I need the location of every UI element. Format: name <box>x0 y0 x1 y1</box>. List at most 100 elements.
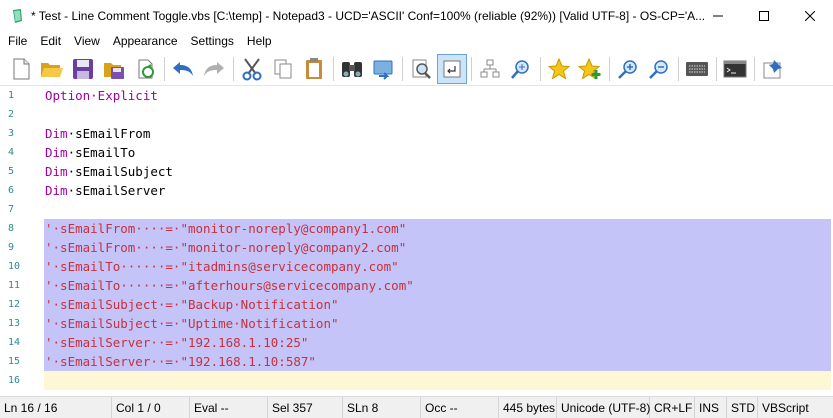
find-button[interactable] <box>337 54 367 84</box>
zoom-out-button[interactable] <box>644 54 674 84</box>
comment-token: '·sEmailFrom····=·"monitor-noreply@compa… <box>45 221 407 236</box>
toolbar-separator <box>164 56 165 81</box>
comment-token: '·sEmailSubject·=·"Uptime·Notification" <box>45 316 339 331</box>
word-wrap-button[interactable] <box>437 53 467 84</box>
paste-button[interactable] <box>299 54 329 84</box>
code-line[interactable]: '·sEmailFrom····=·"monitor-noreply@compa… <box>44 219 831 238</box>
new-file-button[interactable] <box>6 54 36 84</box>
status-encoding[interactable]: Unicode (UTF-8) <box>557 396 650 418</box>
keyboard-icon <box>686 61 708 76</box>
line-number: 8 <box>8 223 15 234</box>
menu-bar: File Edit View Appearance Settings Help <box>0 31 833 51</box>
line-number: 14 <box>8 337 21 348</box>
go-to-button[interactable] <box>506 54 536 84</box>
keyword-token: Dim <box>45 183 68 198</box>
comment-token: '·sEmailTo······=·"afterhours@servicecom… <box>45 278 414 293</box>
menu-edit[interactable]: Edit <box>33 31 67 51</box>
status-file-size: 445 bytes <box>499 396 557 418</box>
line-number: 1 <box>8 90 15 101</box>
minimize-icon <box>713 15 723 16</box>
code-line[interactable] <box>44 371 831 390</box>
save-button[interactable] <box>68 54 98 84</box>
editor-area[interactable]: 1 2 3 4 5 6 7 8 9 10 11 12 13 14 15 16 Option·Explicit D… <box>0 86 833 396</box>
line-number: 16 <box>8 375 21 386</box>
code-line[interactable]: '·sEmailSubject·=·"Backup·Notification" <box>44 295 831 314</box>
code-line[interactable]: '·sEmailServer··=·"192.168.1.10:587" <box>44 352 831 371</box>
code-line[interactable] <box>44 105 831 124</box>
comment-token: '·sEmailSubject·=·"Backup·Notification" <box>45 297 339 312</box>
encoding-button[interactable] <box>682 54 712 84</box>
reload-icon <box>138 59 154 78</box>
comment-token: '·sEmailServer··=·"192.168.1.10:587" <box>45 354 316 369</box>
toolbar-separator <box>609 56 610 81</box>
copy-button[interactable] <box>268 54 298 84</box>
status-line[interactable]: Ln 16 / 16 <box>0 396 112 418</box>
add-bookmark-button[interactable] <box>575 54 605 84</box>
menu-file[interactable]: File <box>0 31 33 51</box>
maximize-icon <box>759 10 769 21</box>
keyword-token: Dim <box>45 164 68 179</box>
status-column[interactable]: Col 1 / 0 <box>112 396 190 418</box>
code-line[interactable]: Option·Explicit <box>44 86 831 105</box>
reload-button[interactable] <box>130 54 160 84</box>
console-button[interactable] <box>720 54 750 84</box>
replace-button[interactable] <box>368 54 398 84</box>
code-line[interactable]: Dim·sEmailFrom <box>44 124 831 143</box>
code-line[interactable]: Dim·sEmailSubject <box>44 162 831 181</box>
maximize-button[interactable] <box>741 0 787 31</box>
code-line[interactable] <box>44 200 831 219</box>
line-number: 13 <box>8 318 21 329</box>
line-number: 9 <box>8 242 15 253</box>
toolbar-separator <box>678 56 679 81</box>
minimize-button[interactable] <box>695 0 741 31</box>
status-lexer[interactable]: VBScript <box>758 397 831 418</box>
notepad3-app-icon <box>13 8 22 23</box>
new-file-icon <box>13 58 30 79</box>
keyword-token: Dim <box>45 145 68 160</box>
tree-icon <box>480 59 500 77</box>
status-selection: Sel 357 <box>268 396 343 418</box>
comment-token: '·sEmailServer··=·"192.168.1.10:25" <box>45 335 309 350</box>
close-button[interactable] <box>787 0 833 31</box>
redo-button[interactable] <box>199 54 229 84</box>
open-folder-icon <box>41 62 63 77</box>
code-line[interactable]: '·sEmailFrom····=·"monitor-noreply@compa… <box>44 238 831 257</box>
comment-token: '·sEmailFrom····=·"monitor-noreply@compa… <box>45 240 407 255</box>
line-number-gutter: 1 2 3 4 5 6 7 8 9 10 11 12 13 14 15 16 <box>0 86 34 396</box>
toolbar-separator <box>471 56 472 81</box>
star-icon <box>548 57 570 80</box>
menu-help[interactable]: Help <box>240 31 278 51</box>
zoom-in-button[interactable] <box>613 54 643 84</box>
code-line[interactable]: Dim·sEmailServer <box>44 181 831 200</box>
menu-appearance[interactable]: Appearance <box>106 31 184 51</box>
binoculars-icon <box>342 61 362 77</box>
menu-view[interactable]: View <box>67 31 106 51</box>
star-add-icon <box>578 57 601 80</box>
code-line[interactable]: '·sEmailTo······=·"afterhours@servicecom… <box>44 276 831 295</box>
open-folder-button[interactable] <box>37 54 67 84</box>
status-selection-mode[interactable]: STD <box>727 396 758 418</box>
save-as-button[interactable] <box>99 54 129 84</box>
pin-button[interactable] <box>758 54 788 84</box>
status-line-endings[interactable]: CR+LF <box>650 396 695 418</box>
toolbar-separator <box>540 56 541 81</box>
code-line[interactable]: '·sEmailTo······=·"itadmins@servicecompa… <box>44 257 831 276</box>
cut-button[interactable] <box>237 54 267 84</box>
identifier-token: ·sEmailTo <box>67 145 136 160</box>
code-line[interactable]: Dim·sEmailTo <box>44 143 831 162</box>
copy-icon <box>274 59 292 78</box>
menu-settings[interactable]: Settings <box>184 31 240 51</box>
window-title: * Test - Line Comment Toggle.vbs [C:\tem… <box>31 8 706 23</box>
undo-button[interactable] <box>168 54 198 84</box>
toggle-bookmark-button[interactable] <box>544 54 574 84</box>
status-occurrences: Occ -- <box>421 396 499 418</box>
toolbar-separator <box>233 56 234 81</box>
find-in-files-button[interactable] <box>406 54 436 84</box>
scissors-icon <box>242 57 262 80</box>
toolbar-separator <box>333 56 334 81</box>
document-map-button[interactable] <box>475 54 505 84</box>
status-insert-mode[interactable]: INS <box>695 396 727 418</box>
code-line[interactable]: '·sEmailSubject·=·"Uptime·Notification" <box>44 314 831 333</box>
code-line[interactable]: '·sEmailServer··=·"192.168.1.10:25" <box>44 333 831 352</box>
window-controls <box>695 0 833 31</box>
